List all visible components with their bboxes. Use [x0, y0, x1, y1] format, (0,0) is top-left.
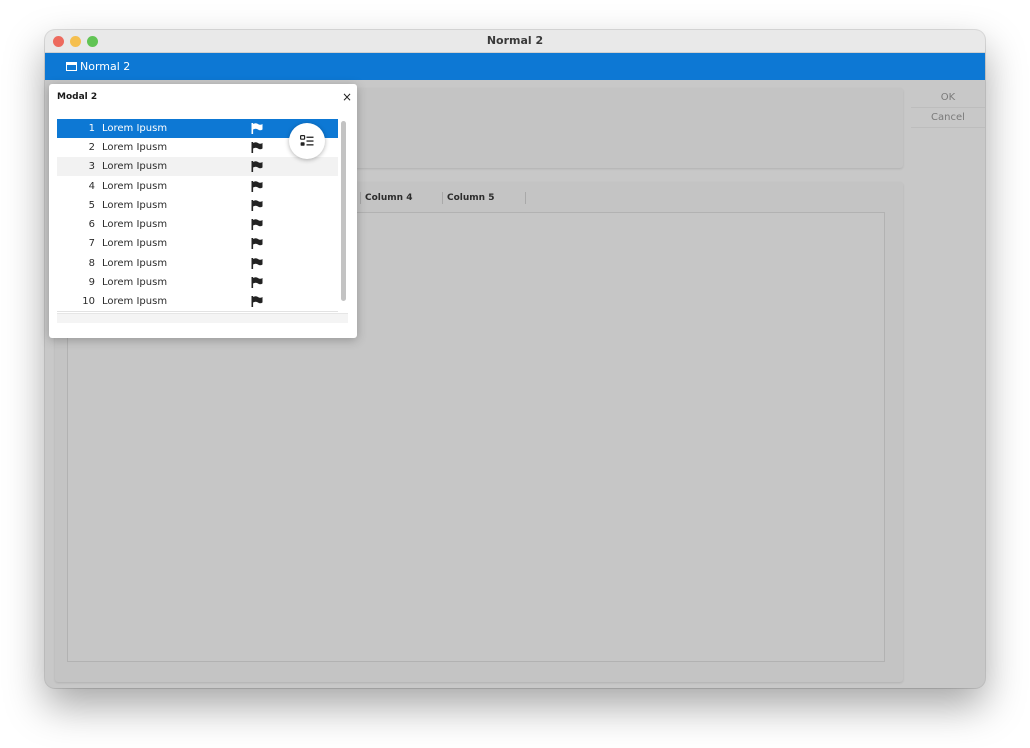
row-number: 1 [88, 123, 95, 134]
list-footer [57, 313, 348, 323]
flag-icon [251, 123, 263, 134]
list-item[interactable]: 7 Lorem Ipusm [57, 234, 338, 253]
column-divider [525, 192, 526, 204]
row-label: Lorem Ipusm [102, 200, 168, 211]
flag-icon [251, 181, 263, 192]
row-number: 6 [88, 219, 95, 230]
row-label: Lorem Ipusm [102, 123, 168, 134]
flag-icon [251, 142, 263, 153]
column-header-5[interactable]: Column 5 [442, 192, 524, 204]
flag-icon [251, 200, 263, 211]
row-number: 10 [82, 296, 95, 307]
list-view-button[interactable] [289, 123, 325, 159]
list-item[interactable]: 8 Lorem Ipusm [57, 254, 338, 273]
tab-label: Normal 2 [80, 60, 131, 73]
list-item[interactable]: 6 Lorem Ipusm [57, 215, 338, 234]
row-number: 7 [88, 238, 95, 249]
flag-icon [251, 161, 263, 172]
list-item[interactable]: 10 Lorem Ipusm [57, 292, 338, 311]
flag-icon [251, 219, 263, 230]
window-icon [66, 62, 77, 71]
row-number: 3 [88, 161, 95, 172]
row-number: 5 [88, 200, 95, 211]
row-label: Lorem Ipusm [102, 161, 168, 172]
dialog-buttons: OK Cancel [911, 88, 985, 128]
row-number: 4 [88, 181, 95, 192]
ok-button[interactable]: OK [911, 88, 985, 108]
flag-icon [251, 258, 263, 269]
modal-title: Modal 2 [57, 92, 98, 102]
list-view-icon [300, 135, 314, 146]
list-item[interactable]: 9 Lorem Ipusm [57, 273, 338, 292]
row-label: Lorem Ipusm [102, 238, 168, 249]
column-header-4[interactable]: Column 4 [360, 192, 442, 204]
row-number: 9 [88, 277, 95, 288]
close-icon[interactable]: × [342, 91, 352, 103]
tab-normal-2[interactable]: Normal 2 [66, 58, 130, 75]
cancel-button[interactable]: Cancel [911, 108, 985, 128]
row-label: Lorem Ipusm [102, 258, 168, 269]
scrollbar-thumb[interactable] [341, 121, 346, 301]
row-number: 2 [88, 142, 95, 153]
row-label: Lorem Ipusm [102, 277, 168, 288]
flag-icon [251, 238, 263, 249]
list-item[interactable]: 4 Lorem Ipusm [57, 177, 338, 196]
window-title: Normal 2 [486, 34, 544, 47]
modal-dialog: Modal 2 × 1 Lorem Ipusm 2 Lorem Ipusm 3 … [49, 84, 357, 338]
list-item[interactable]: 5 Lorem Ipusm [57, 196, 338, 215]
title-bar: Normal 2 [45, 30, 985, 53]
flag-icon [251, 296, 263, 307]
list-item[interactable]: 3 Lorem Ipusm [57, 157, 338, 176]
row-label: Lorem Ipusm [102, 296, 168, 307]
list-scrollbar[interactable] [340, 119, 347, 312]
flag-icon [251, 277, 263, 288]
row-number: 8 [88, 258, 95, 269]
tab-bar: Normal 2 [45, 53, 985, 80]
row-label: Lorem Ipusm [102, 181, 168, 192]
row-label: Lorem Ipusm [102, 219, 168, 230]
row-label: Lorem Ipusm [102, 142, 168, 153]
